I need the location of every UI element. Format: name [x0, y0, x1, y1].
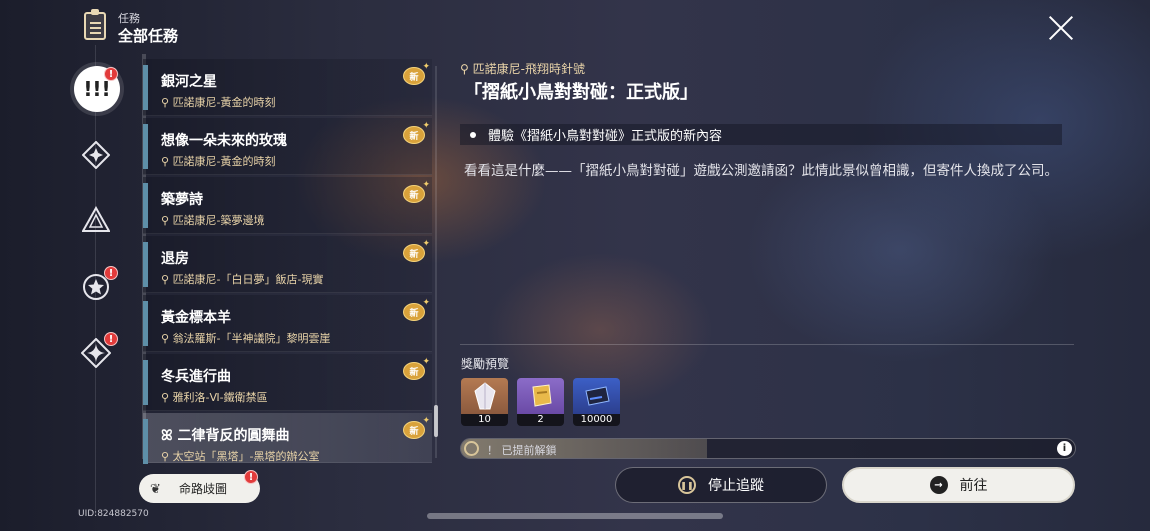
new-badge: 新 [403, 298, 430, 321]
reward-quantity: 10000 [573, 414, 620, 426]
branch-map-icon: ❦ [150, 482, 161, 497]
new-badge: 新 [403, 357, 430, 380]
new-badge: 新 [403, 121, 430, 144]
player-uid: UID:824882570 [78, 509, 149, 519]
stop-tracking-button[interactable]: ❚❚ 停止追蹤 [615, 467, 827, 503]
quest-title: 銀河之星 [161, 74, 217, 90]
progress-ring-icon [464, 441, 479, 456]
unlock-progress-bar: ！ 已提前解鎖 i [460, 438, 1076, 459]
quest-type-bar [143, 301, 148, 346]
progress-status: ！ 已提前解鎖 [487, 444, 557, 457]
quest-title: 黃金標本羊 [161, 310, 231, 326]
quest-title: 退房 [161, 251, 189, 267]
rail-tab-trailblaze[interactable] [74, 133, 118, 177]
quest-type-bar [143, 65, 148, 110]
quest-item[interactable]: 想像一朵未來的玫瑰 ⚲ 匹諾康尼-黃金的時刻 新 [143, 118, 432, 175]
quest-item[interactable]: 黃金標本羊 ⚲ 翁法羅斯-「半神議院」黎明雲崖 新 [143, 295, 432, 352]
pause-icon: ❚❚ [678, 476, 696, 494]
exclamation-icon: !!! [83, 77, 111, 101]
trailblaze-quest-icon: ꕤ [161, 428, 173, 444]
quest-location: ⚲ 翁法羅斯-「半神議院」黎明雲崖 [161, 332, 331, 345]
arrow-right-icon: → [929, 476, 948, 494]
quest-description: 看看這是什麼——「摺紙小鳥對對碰」遊戲公測邀請函？此情此景似曾相識，但寄件人換成… [464, 163, 1058, 179]
reward-quantity: 2 [517, 414, 564, 426]
quest-type-bar [143, 183, 148, 228]
rail-tab-companion[interactable] [74, 198, 118, 242]
quest-item[interactable]: 退房 ⚲ 匹諾康尼-「白日夢」飯店-現實 新 [143, 236, 432, 293]
scrollbar-thumb[interactable] [434, 405, 438, 437]
scrollbar[interactable] [435, 66, 437, 458]
quest-location: ⚲ 匹諾康尼-黃金的時刻 [161, 96, 276, 109]
objective-text: 體驗《摺紙小鳥對對碰》正式版的新內容 [488, 129, 723, 144]
reward-quantity: 10 [461, 414, 508, 426]
quest-item[interactable]: 銀河之星 ⚲ 匹諾康尼-黃金的時刻 新 [143, 59, 432, 116]
go-button[interactable]: → 前往 [842, 467, 1075, 503]
quest-title: 築夢詩 [161, 192, 203, 208]
reward-item[interactable]: 10000 [573, 378, 620, 426]
quest-type-bar [143, 242, 148, 287]
page-title: 全部任務 [118, 27, 179, 45]
new-badge: 新 [403, 62, 430, 85]
reward-item[interactable]: 2 [517, 378, 564, 426]
reward-preview-heading: 獎勵預覽 [461, 357, 510, 371]
reward-item[interactable]: 10 [461, 378, 508, 426]
notification-badge: ! [244, 470, 258, 484]
notification-badge: ! [104, 266, 118, 280]
quest-title: 想像一朵未來的玫瑰 [161, 133, 287, 149]
quest-location-header: ⚲ 匹諾康尼-飛翔時針號 [460, 62, 585, 76]
quest-item[interactable]: 築夢詩 ⚲ 匹諾康尼-築夢邊境 新 [143, 177, 432, 234]
new-badge: 新 [403, 180, 430, 203]
quest-type-bar [143, 124, 148, 169]
info-icon[interactable]: i [1057, 441, 1072, 456]
divider [460, 344, 1074, 345]
quest-location: ⚲ 匹諾康尼-築夢邊境 [161, 214, 265, 227]
quest-item[interactable]: 冬兵進行曲 ⚲ 雅利洛-Ⅵ-鐵衛禁區 新 [143, 354, 432, 411]
quest-location: ⚲ 匹諾康尼-黃金的時刻 [161, 155, 276, 168]
quest-item-selected[interactable]: ꕤ 二律背反的圓舞曲 ⚲ 太空站「黑塔」-黑塔的辦公室 新 [143, 413, 432, 464]
new-badge: 新 [403, 239, 430, 262]
quest-title: ꕤ 二律背反的圓舞曲 [161, 428, 290, 444]
stop-tracking-label: 停止追蹤 [708, 478, 764, 494]
quest-location: ⚲ 匹諾康尼-「白日夢」飯店-現實 [161, 273, 324, 286]
quest-location: ⚲ 雅利洛-Ⅵ-鐵衛禁區 [161, 391, 268, 404]
quest-type-bar [143, 360, 148, 405]
quest-title: 冬兵進行曲 [161, 369, 231, 385]
quest-detail-title: 「摺紙小鳥對對碰：正式版」 [464, 82, 698, 103]
home-indicator[interactable] [427, 513, 723, 519]
quest-objective: 體驗《摺紙小鳥對對碰》正式版的新內容 [460, 124, 1062, 145]
quest-log-icon [84, 9, 106, 40]
diamond-star-icon [82, 141, 110, 169]
go-label: 前往 [959, 478, 988, 494]
triangle-icon [82, 206, 110, 232]
bullet-icon [470, 131, 476, 138]
branch-map-label: 命路歧圖 [179, 482, 228, 496]
notification-badge: ! [104, 67, 118, 81]
quest-type-bar [143, 419, 148, 464]
crystal-icon [461, 378, 508, 414]
credit-card-icon [573, 378, 620, 414]
notification-badge: ! [104, 332, 118, 346]
header-label: 任務 [118, 12, 140, 25]
gold-ticket-icon [517, 378, 564, 414]
close-icon[interactable] [1047, 15, 1075, 41]
new-badge: 新 [403, 416, 430, 439]
quest-location: ⚲ 太空站「黑塔」-黑塔的辦公室 [161, 450, 320, 463]
